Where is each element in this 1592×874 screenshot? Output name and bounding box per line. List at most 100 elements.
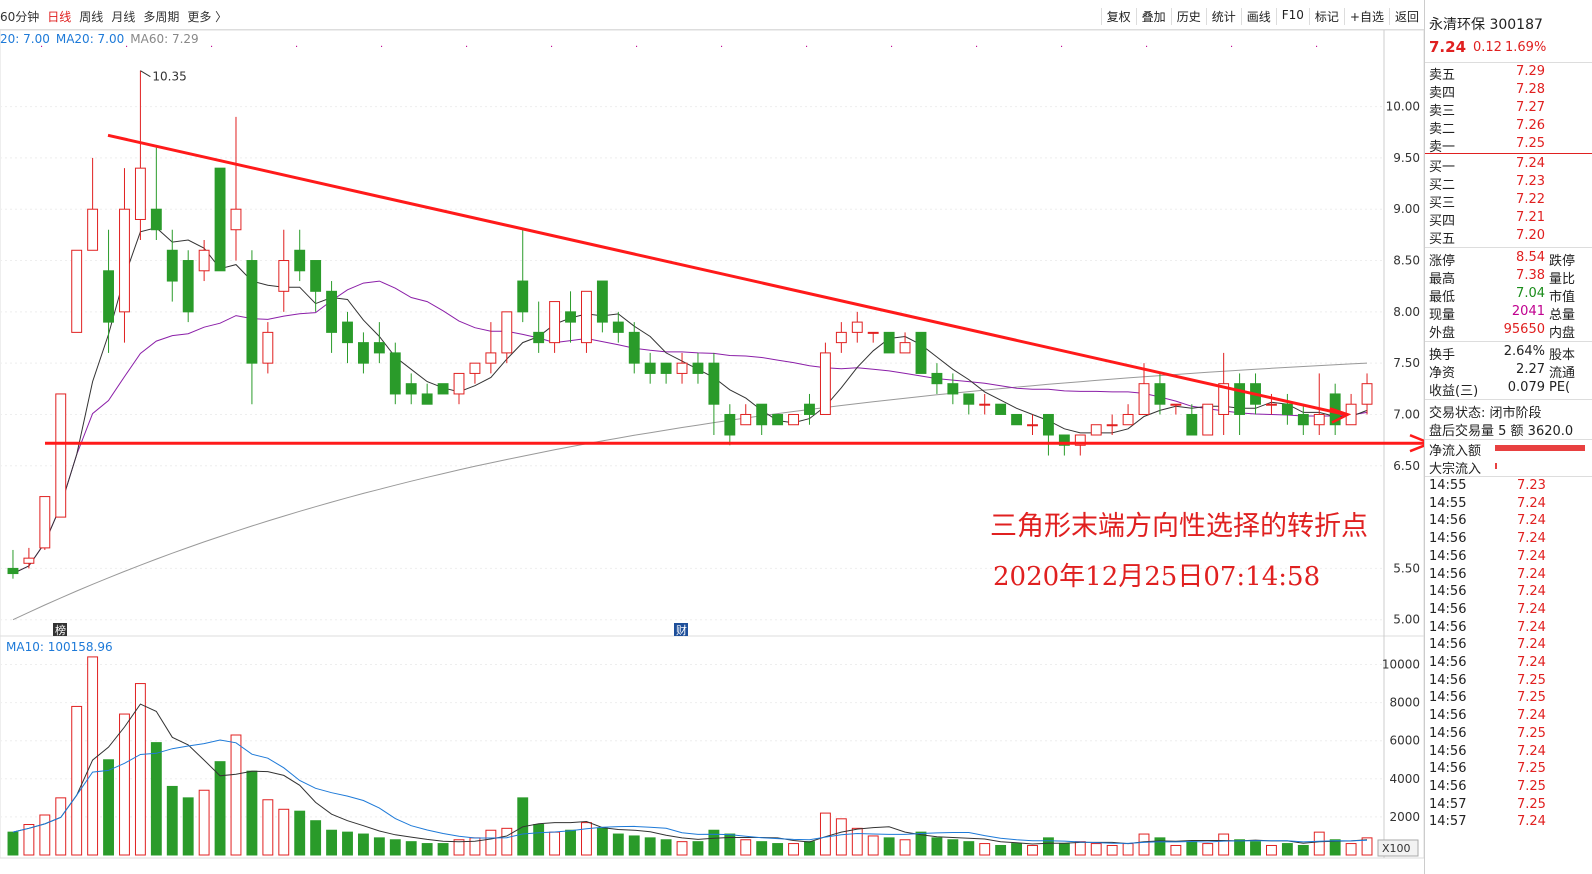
toolbar-button[interactable]: 叠加 — [1135, 8, 1171, 25]
tick-price: 7.24 — [1517, 513, 1546, 529]
event-dot: · — [210, 42, 213, 53]
volume-tick-label: 6000 — [1389, 734, 1420, 748]
tick-price: 7.24 — [1517, 601, 1546, 617]
volume-bar — [246, 770, 258, 856]
panel-divider — [1425, 62, 1592, 63]
stat-row: 换手 2.64% 股本 — [1429, 344, 1592, 363]
volume-bar — [103, 759, 114, 856]
stat-row-label: 净资 — [1429, 366, 1456, 381]
tick-time: 14:56 — [1429, 601, 1467, 617]
period-tab[interactable]: 日线 — [47, 8, 71, 25]
tick-row: 14:55 7.23 — [1429, 478, 1592, 496]
candle-body — [756, 403, 768, 426]
tick-time: 14:56 — [1429, 725, 1467, 741]
stat-row-label: 外盘 — [1429, 326, 1456, 341]
candle-body — [1122, 413, 1134, 426]
candle-body — [119, 208, 130, 313]
period-tab[interactable]: 周线 — [79, 8, 103, 25]
after-hours-volume-label: 盘后交易量 5 额 3620.0 — [1429, 424, 1574, 439]
toolbar-button[interactable]: 历史 — [1170, 8, 1206, 25]
stat-row-extra: 内盘 — [1549, 326, 1576, 341]
tick-row: 14:56 7.24 — [1429, 655, 1592, 673]
volume-bar — [1122, 843, 1134, 856]
candle-body — [55, 393, 67, 518]
tick-row: 14:56 7.25 — [1429, 690, 1592, 708]
tick-time: 14:56 — [1429, 584, 1467, 600]
volume-bar — [1170, 844, 1182, 856]
candle-body — [517, 280, 529, 313]
stat-row: 外盘 95650 内盘 — [1429, 322, 1592, 341]
candle-body — [740, 413, 752, 426]
tick-price: 7.25 — [1517, 778, 1546, 794]
candle-body — [453, 372, 465, 395]
volume-bar — [55, 797, 67, 856]
volume-bar — [533, 824, 545, 856]
volume-bar — [692, 841, 704, 856]
bid-row: 买二 7.23 — [1429, 174, 1592, 193]
candle-body — [931, 372, 943, 385]
high-price-label: 10.35 — [152, 70, 186, 84]
volume-bar — [1250, 841, 1261, 856]
volume-bar — [1090, 843, 1102, 856]
ask-row-label: 卖二 — [1429, 122, 1456, 137]
volume-bar — [1266, 844, 1277, 856]
candle-body — [1042, 413, 1054, 436]
event-dot: · — [465, 42, 468, 53]
toolbar-button[interactable]: 画线 — [1240, 8, 1276, 25]
toolbar-button[interactable]: 返回 — [1388, 8, 1424, 25]
candle-body — [867, 331, 879, 334]
tick-price: 7.25 — [1517, 796, 1546, 812]
event-dot: · — [1230, 42, 1233, 53]
tick-price: 7.24 — [1517, 637, 1546, 653]
net-inflow-row-label: 净流入额 — [1429, 444, 1482, 459]
tick-time: 14:56 — [1429, 778, 1467, 794]
volume-bar — [294, 810, 306, 856]
tick-price: 7.25 — [1517, 761, 1546, 777]
tool-buttons: 复权 叠加 历史 统计 画线 F10 标记 +自选 返回 — [1100, 8, 1424, 25]
price-tick-label: 6.50 — [1393, 459, 1420, 473]
candle-body — [230, 208, 242, 231]
candle-body — [676, 362, 688, 374]
candle-body — [1361, 383, 1373, 405]
candle-body — [963, 393, 975, 405]
volume-bar — [1074, 841, 1086, 856]
volume-bar — [39, 814, 51, 856]
toolbar-button[interactable]: F10 — [1275, 8, 1309, 25]
volume-bar — [166, 785, 178, 856]
candle-body — [405, 383, 417, 395]
period-tab[interactable]: 60分钟 — [0, 8, 39, 25]
candle-body — [612, 321, 624, 333]
price-tick-label: 10.00 — [1386, 100, 1420, 114]
event-dot: · — [1315, 42, 1318, 53]
volume-bar — [788, 843, 799, 856]
volume-bar — [676, 841, 688, 856]
stat-row-value: 2.64% — [1503, 344, 1545, 359]
period-tab[interactable]: 月线 — [111, 8, 135, 25]
candle-body — [565, 311, 576, 323]
candle-body — [692, 362, 704, 374]
toolbar-button[interactable]: +自选 — [1343, 8, 1389, 25]
annotation-title: 三角形末端方向性选择的转折点 — [990, 511, 1368, 542]
candle-body — [214, 167, 226, 272]
bid-row: 买五 7.20 — [1429, 228, 1592, 247]
toolbar-button[interactable]: 统计 — [1205, 8, 1241, 25]
volume-tick-label: 2000 — [1389, 810, 1420, 824]
toolbar-button[interactable]: 标记 — [1308, 8, 1344, 25]
tick-row: 14:57 7.25 — [1429, 797, 1592, 815]
volume-bar — [565, 829, 576, 856]
volume-bar — [947, 839, 959, 856]
bid-row: 买三 7.22 — [1429, 192, 1592, 211]
period-tab[interactable]: 更多 〉 — [187, 8, 227, 25]
toolbar-button[interactable]: 复权 — [1100, 8, 1136, 25]
stat-row-extra: 总量 — [1549, 308, 1576, 323]
volume-bar — [931, 837, 943, 856]
ask-row: 卖一 7.25 — [1429, 136, 1592, 155]
tick-row: 14:56 7.24 — [1429, 620, 1592, 638]
volume-bar — [581, 822, 592, 856]
volume-bar — [437, 843, 449, 856]
candle-body — [1234, 383, 1246, 415]
period-tab[interactable]: 多周期 — [143, 8, 179, 25]
event-dot: · — [1060, 42, 1063, 53]
bid-row-value: 7.22 — [1516, 192, 1545, 207]
bid-row-label: 买四 — [1429, 214, 1456, 229]
